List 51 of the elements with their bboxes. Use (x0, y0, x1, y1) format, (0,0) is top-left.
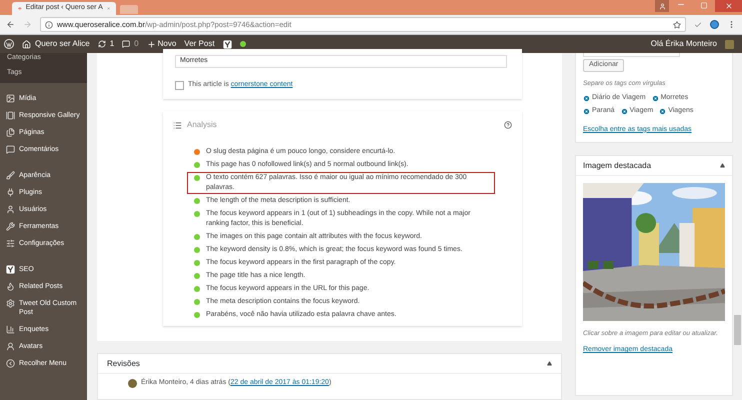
user-icon (6, 205, 15, 214)
close-icon (724, 2, 732, 10)
profile-button[interactable] (655, 0, 669, 12)
images-icon (6, 94, 15, 103)
yoast-icon (6, 265, 15, 274)
collapse-icon (6, 359, 15, 368)
site-link[interactable]: Quero ser Alice (35, 38, 90, 50)
brush-icon (6, 171, 15, 180)
view-post-link[interactable]: Ver Post (184, 38, 215, 50)
avatar (725, 40, 734, 48)
tag-input-field[interactable] (583, 53, 680, 57)
remove-tag-icon[interactable] (659, 108, 666, 115)
remove-tag-icon[interactable] (583, 94, 590, 102)
sliders-icon (6, 239, 15, 248)
info-icon (45, 20, 53, 28)
wordpress-logo-icon[interactable] (4, 39, 14, 49)
speech-bubble-icon (6, 145, 15, 154)
help-icon[interactable] (504, 121, 512, 129)
user-icon (6, 342, 15, 351)
list-icon (173, 120, 182, 130)
plug-icon (6, 188, 15, 197)
settings-icon (6, 299, 15, 308)
collapse-arrow-icon[interactable] (720, 163, 725, 168)
home-icon (22, 40, 31, 48)
wrench-icon (6, 222, 15, 231)
greeting-link[interactable]: Olá Érika Monteiro (650, 38, 717, 50)
bar-chart-icon (6, 325, 15, 334)
refresh-icon (98, 40, 106, 48)
user-icon (658, 2, 666, 10)
remove-tag-icon[interactable] (583, 108, 590, 115)
remove-tag-icon[interactable] (652, 94, 659, 102)
umbrella-icon (18, 4, 22, 12)
revisions-title: Revisões (107, 358, 140, 370)
featured-image-title: Imagem destacada (583, 160, 652, 172)
check-icon[interactable] (694, 20, 702, 28)
plus-icon (146, 40, 156, 48)
pages-icon (6, 128, 15, 137)
avatar (128, 378, 137, 388)
speech-bubble-icon (122, 40, 130, 48)
back-icon[interactable] (6, 20, 15, 29)
extension-icon[interactable] (710, 20, 719, 29)
comments-count[interactable]: 0 (134, 38, 139, 50)
updates-count[interactable]: 1 (110, 38, 114, 50)
collapse-arrow-icon[interactable] (547, 361, 552, 366)
flame-icon (6, 282, 15, 291)
new-link[interactable]: Novo (158, 38, 176, 50)
star-icon[interactable] (673, 20, 681, 28)
remove-tag-icon[interactable] (620, 108, 628, 115)
checkbox[interactable] (175, 80, 184, 90)
gallery-icon (6, 111, 15, 120)
analysis-title: Analysis (187, 119, 217, 131)
